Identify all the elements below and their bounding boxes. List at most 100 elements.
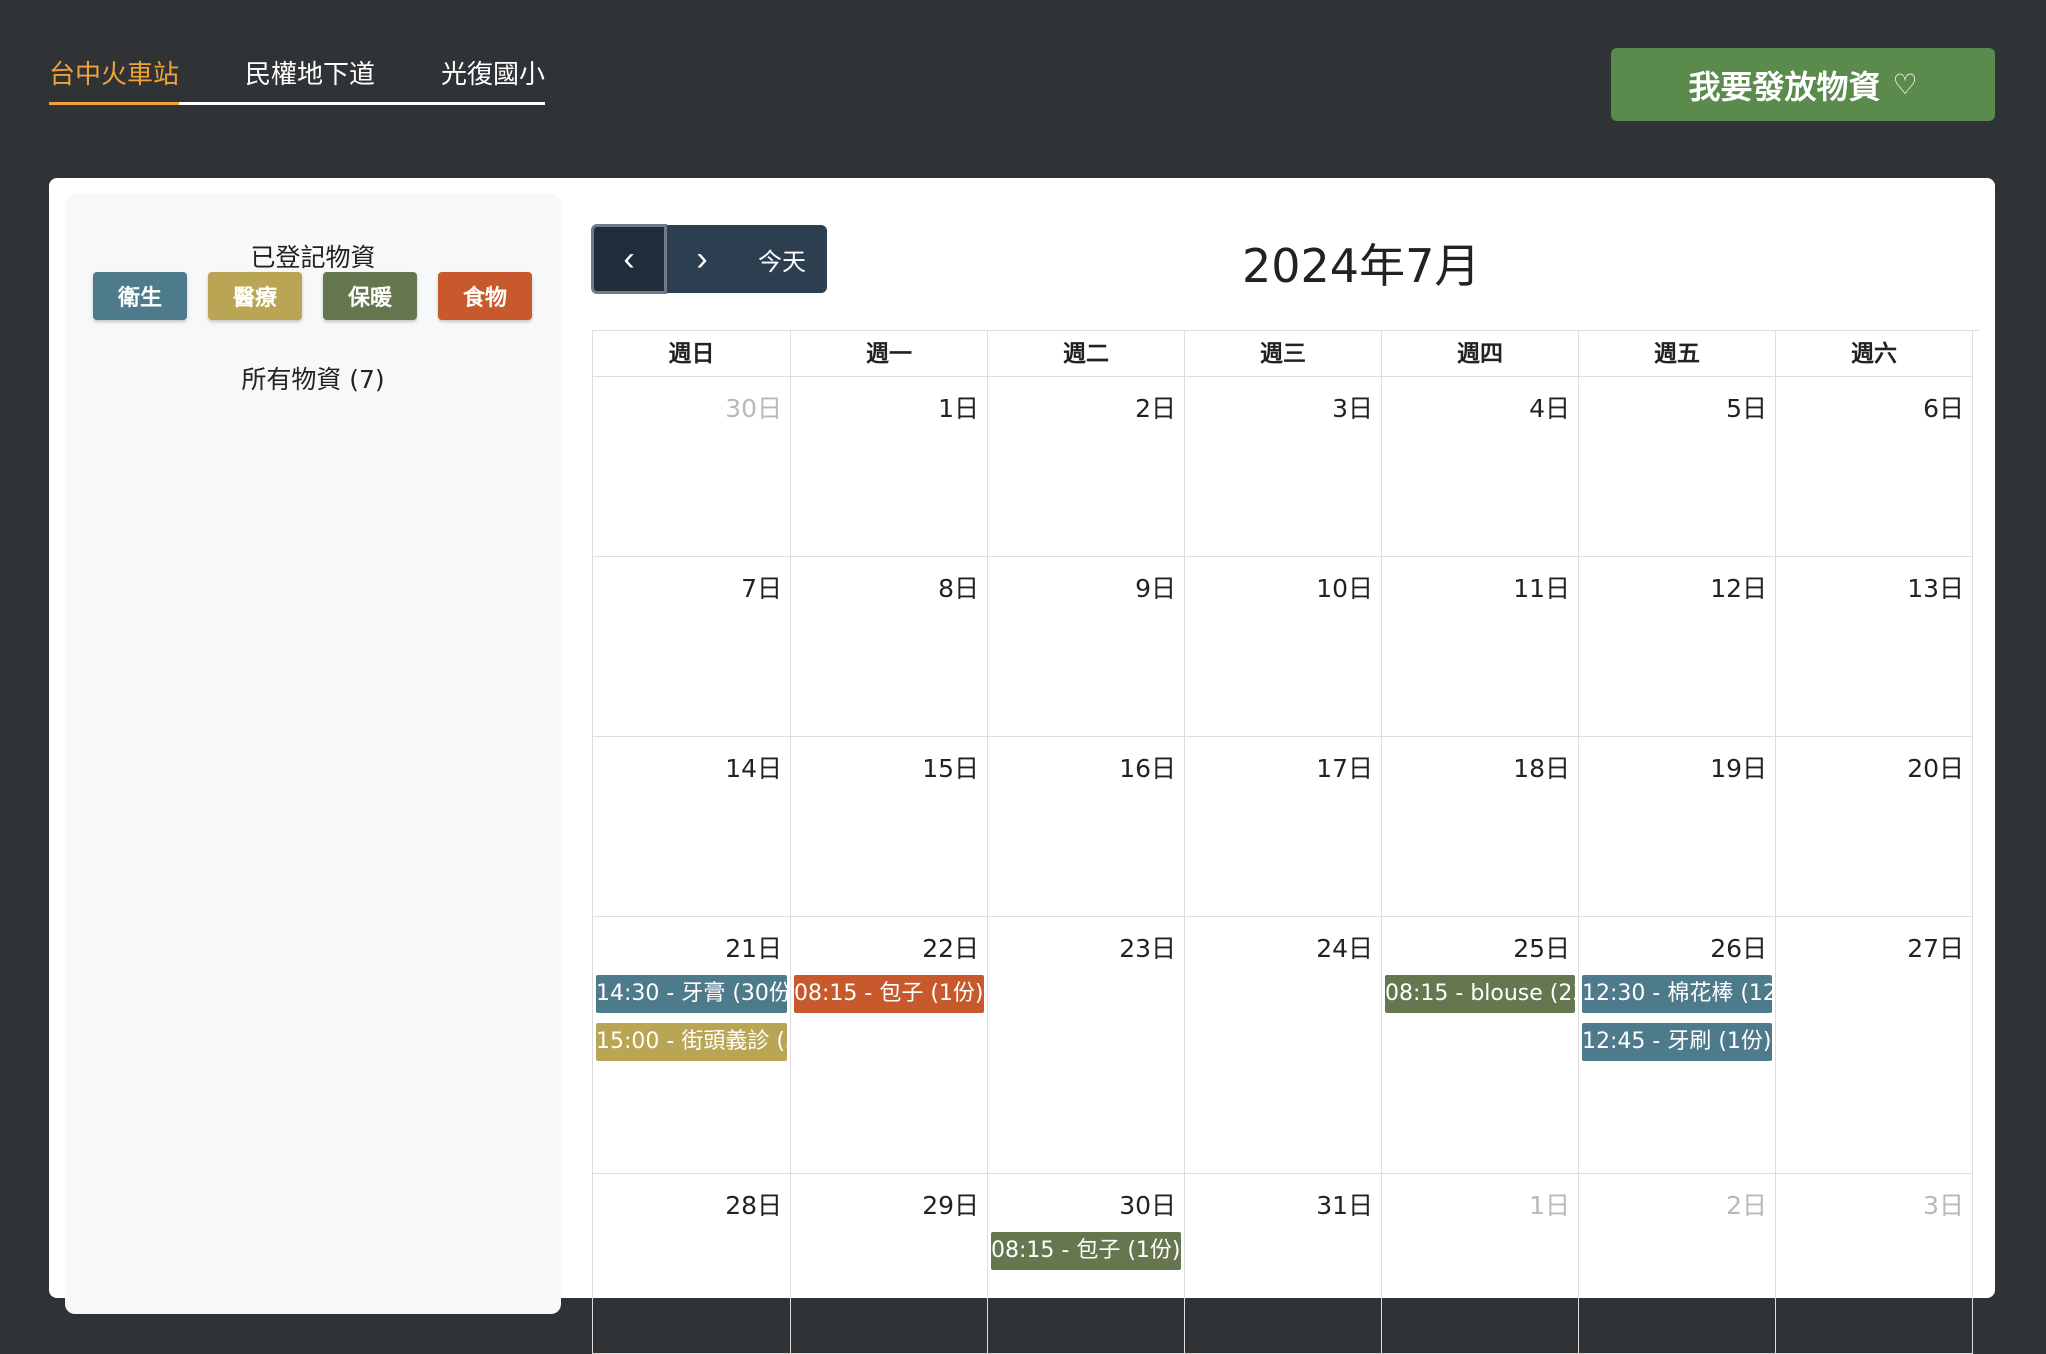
day-cell[interactable]: 30日 08:15 - 包子 (1份) xyxy=(988,1174,1185,1354)
chevron-right-icon: › xyxy=(696,239,708,278)
day-cell[interactable]: 23日 xyxy=(988,917,1185,1174)
day-number: 3日 xyxy=(1923,1191,1964,1220)
day-cell[interactable]: 25日 08:15 - blouse (23 xyxy=(1382,917,1579,1174)
prev-month-button[interactable]: ‹ xyxy=(591,224,667,294)
day-cell[interactable]: 12日 xyxy=(1579,557,1776,737)
day-number: 26日 xyxy=(1710,934,1767,963)
day-cell[interactable]: 30日 xyxy=(593,377,791,557)
day-number: 8日 xyxy=(938,574,979,603)
donate-supplies-button[interactable]: 我要發放物資 ♡ xyxy=(1611,48,1995,121)
week-row: 21日 14:30 - 牙膏 (30份) 15:00 - 街頭義診 (3 22日 08:… xyxy=(593,917,1979,1174)
all-supplies-link[interactable]: 所有物資 (7) xyxy=(65,360,561,396)
week-row: 14日 15日 16日 17日 18日 19日 20日 xyxy=(593,737,1979,917)
day-cell[interactable]: 16日 xyxy=(988,737,1185,917)
day-cell[interactable]: 27日 xyxy=(1776,917,1973,1174)
day-cell[interactable]: 2日 xyxy=(988,377,1185,557)
day-cell[interactable]: 4日 xyxy=(1382,377,1579,557)
day-cell[interactable]: 13日 xyxy=(1776,557,1973,737)
tab-minquan-underpass[interactable]: 民權地下道 xyxy=(245,52,375,102)
day-cell[interactable]: 2日 xyxy=(1579,1174,1776,1354)
day-number: 9日 xyxy=(1135,574,1176,603)
calendar-nav: ‹ › 今天 xyxy=(591,224,827,294)
day-number: 5日 xyxy=(1726,394,1767,423)
day-cell[interactable]: 22日 08:15 - 包子 (1份) xyxy=(791,917,988,1174)
day-number: 7日 xyxy=(741,574,782,603)
day-cell[interactable]: 5日 xyxy=(1579,377,1776,557)
calendar-event[interactable]: 12:45 - 牙刷 (1份) xyxy=(1582,1023,1772,1061)
weekday-header-cell: 週四 xyxy=(1382,331,1579,377)
donate-button-label: 我要發放物資 xyxy=(1688,68,1881,105)
location-tabs: 台中火車站 民權地下道 光復國小 xyxy=(49,52,546,105)
day-cell[interactable]: 11日 xyxy=(1382,557,1579,737)
week-row: 7日 8日 9日 10日 11日 12日 13日 xyxy=(593,557,1979,737)
day-number: 21日 xyxy=(725,934,782,963)
day-cell[interactable]: 18日 xyxy=(1382,737,1579,917)
day-number: 1日 xyxy=(938,394,979,423)
day-number: 22日 xyxy=(922,934,979,963)
day-number: 13日 xyxy=(1907,574,1964,603)
day-cell[interactable]: 1日 xyxy=(791,377,988,557)
day-cell[interactable]: 6日 xyxy=(1776,377,1973,557)
day-cell[interactable]: 8日 xyxy=(791,557,988,737)
tab-taichung-station[interactable]: 台中火車站 xyxy=(49,52,180,105)
day-number: 31日 xyxy=(1316,1191,1373,1220)
day-cell[interactable]: 7日 xyxy=(593,557,791,737)
day-number: 19日 xyxy=(1710,754,1767,783)
calendar-event[interactable]: 08:15 - blouse (23 xyxy=(1385,975,1575,1013)
calendar-event[interactable]: 08:15 - 包子 (1份) xyxy=(991,1232,1181,1270)
day-number: 16日 xyxy=(1119,754,1176,783)
day-number: 3日 xyxy=(1332,394,1373,423)
day-cell[interactable]: 20日 xyxy=(1776,737,1973,917)
category-filters: 衛生 醫療 保暖 食物 xyxy=(93,272,532,320)
day-number: 2日 xyxy=(1135,394,1176,423)
tab-guangfu-elementary[interactable]: 光復國小 xyxy=(441,52,545,102)
category-medical-button[interactable]: 醫療 xyxy=(208,272,302,320)
day-cell[interactable]: 29日 xyxy=(791,1174,988,1354)
day-number: 25日 xyxy=(1513,934,1570,963)
weekday-header-cell: 週日 xyxy=(593,331,791,377)
day-number: 23日 xyxy=(1119,934,1176,963)
calendar-event[interactable]: 12:30 - 棉花棒 (12 xyxy=(1582,975,1772,1013)
weekday-header-cell: 週六 xyxy=(1776,331,1973,377)
weekday-header-cell: 週一 xyxy=(791,331,988,377)
day-cell[interactable]: 24日 xyxy=(1185,917,1382,1174)
day-number: 24日 xyxy=(1316,934,1373,963)
day-cell[interactable]: 1日 xyxy=(1382,1174,1579,1354)
day-cell[interactable]: 31日 xyxy=(1185,1174,1382,1354)
day-number: 28日 xyxy=(725,1191,782,1220)
next-month-button[interactable]: › xyxy=(667,225,737,293)
category-warmth-button[interactable]: 保暖 xyxy=(323,272,417,320)
day-cell[interactable]: 3日 xyxy=(1185,377,1382,557)
day-number: 27日 xyxy=(1907,934,1964,963)
day-number: 6日 xyxy=(1923,394,1964,423)
weekday-header: 週日 週一 週二 週三 週四 週五 週六 xyxy=(593,331,1979,377)
category-food-button[interactable]: 食物 xyxy=(438,272,532,320)
day-number: 18日 xyxy=(1513,754,1570,783)
day-cell[interactable]: 14日 xyxy=(593,737,791,917)
chevron-left-icon: ‹ xyxy=(623,239,635,278)
day-cell[interactable]: 17日 xyxy=(1185,737,1382,917)
day-cell[interactable]: 26日 12:30 - 棉花棒 (12 12:45 - 牙刷 (1份) xyxy=(1579,917,1776,1174)
day-number: 12日 xyxy=(1710,574,1767,603)
heart-hand-icon: ♡ xyxy=(1892,69,1918,100)
day-cell[interactable]: 19日 xyxy=(1579,737,1776,917)
day-cell[interactable]: 10日 xyxy=(1185,557,1382,737)
calendar-event[interactable]: 14:30 - 牙膏 (30份) xyxy=(596,975,787,1013)
category-hygiene-button[interactable]: 衛生 xyxy=(93,272,187,320)
day-number: 14日 xyxy=(725,754,782,783)
today-button[interactable]: 今天 xyxy=(737,225,827,293)
day-cell[interactable]: 28日 xyxy=(593,1174,791,1354)
calendar-event[interactable]: 08:15 - 包子 (1份) xyxy=(794,975,984,1013)
day-cell[interactable]: 3日 xyxy=(1776,1174,1973,1354)
calendar-event[interactable]: 15:00 - 街頭義診 (3 xyxy=(596,1023,787,1061)
day-number: 17日 xyxy=(1316,754,1373,783)
day-cell[interactable]: 15日 xyxy=(791,737,988,917)
day-cell[interactable]: 9日 xyxy=(988,557,1185,737)
weekday-header-cell: 週二 xyxy=(988,331,1185,377)
week-row: 30日 1日 2日 3日 4日 5日 6日 xyxy=(593,377,1979,557)
weekday-header-cell: 週三 xyxy=(1185,331,1382,377)
week-row: 28日 29日 30日 08:15 - 包子 (1份) 31日 1日 2日 3日 xyxy=(593,1174,1979,1354)
calendar-title: 2024年7月 xyxy=(1242,239,1481,293)
day-cell[interactable]: 21日 14:30 - 牙膏 (30份) 15:00 - 街頭義診 (3 xyxy=(593,917,791,1174)
weekday-header-cell: 週五 xyxy=(1579,331,1776,377)
